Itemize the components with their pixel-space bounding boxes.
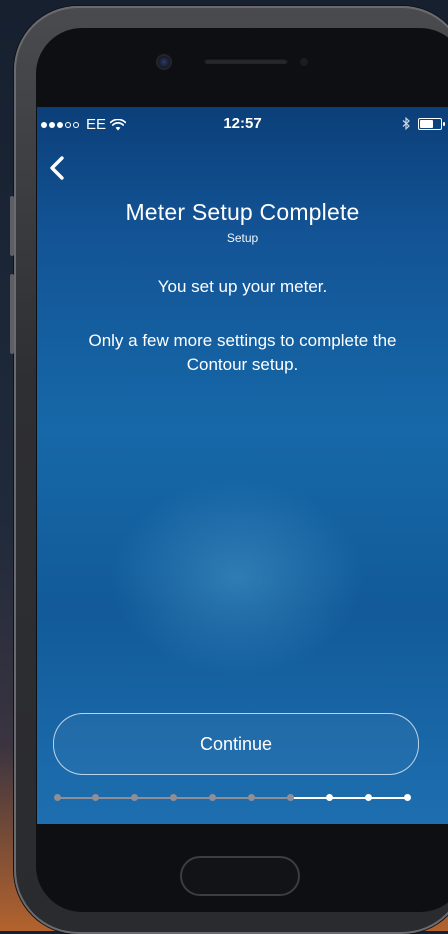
earpiece-speaker: [204, 58, 288, 64]
page-title: Meter Setup Complete: [125, 199, 360, 225]
status-right: [402, 117, 445, 130]
proximity-sensor: [300, 58, 308, 66]
progress-step-dot: [53, 794, 61, 801]
progress-step-dot: [131, 794, 139, 801]
progress-step-dot: [247, 794, 255, 801]
chevron-left-icon: [50, 156, 64, 180]
status-time: 12:57: [223, 115, 262, 132]
page-subtitle: Setup: [226, 231, 259, 245]
home-button[interactable]: [180, 856, 300, 896]
progress-step-dot: [286, 794, 294, 801]
status-bar: EE 12:57: [37, 107, 448, 141]
front-camera: [156, 54, 172, 70]
progress-step-dot: [209, 794, 217, 801]
progress-step-dot: [364, 794, 372, 801]
progress-step-dot: [403, 794, 411, 801]
progress-line-remaining: [290, 797, 407, 799]
battery-level: [420, 119, 433, 128]
bluetooth-icon: [402, 117, 410, 130]
side-button: [10, 196, 14, 256]
battery-tip: [443, 121, 445, 126]
setup-progress-indicator: [53, 793, 411, 803]
setup-message: You set up your meter.: [157, 277, 328, 296]
progress-step-dot: [92, 794, 100, 801]
progress-step-dot: [170, 794, 178, 801]
side-button: [10, 274, 14, 354]
app-screen: EE 12:57 Meter Setup Complete Setup You …: [37, 107, 448, 824]
setup-detail: Only a few more settings to complete the…: [88, 331, 397, 374]
back-button[interactable]: [46, 151, 70, 185]
battery-icon: [418, 117, 445, 130]
continue-button[interactable]: Continue: [53, 713, 419, 775]
progress-step-dot: [325, 794, 333, 801]
